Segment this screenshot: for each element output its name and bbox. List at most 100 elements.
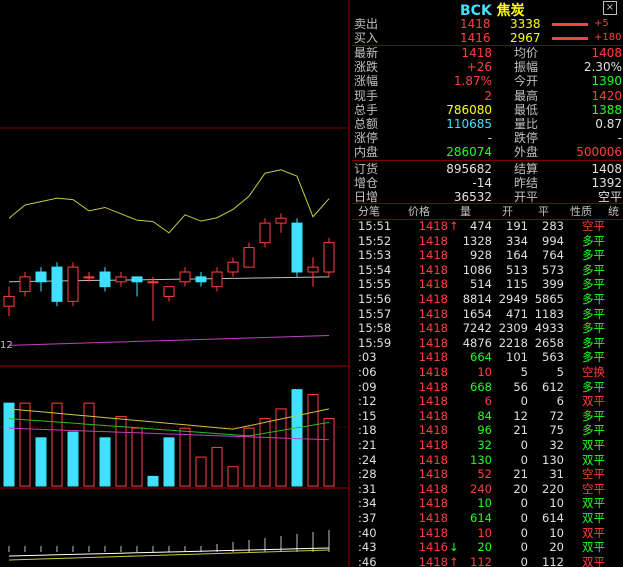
tick-volume: 20 [477,540,492,555]
tick-row[interactable]: 15:51 1418 ↑ 474 191 283 空平 [352,219,623,234]
tick-row[interactable]: 15:56 1418 8814 2949 5865 多平 [352,292,623,307]
tick-nature: 多平 [582,321,605,336]
tick-time: 15:54 [358,262,392,277]
tick-column-header[interactable]: 平 [538,205,549,219]
order-book-bar [552,37,588,40]
quote-value: +26 [466,60,492,75]
stats-label: 增仓 [354,176,379,190]
tick-open: 12 [513,408,528,423]
tick-close: 6 [556,394,564,409]
tick-column-header[interactable]: 性质 [570,205,592,219]
quote-value: 2.30% [583,60,622,75]
tick-row[interactable]: :06 1418 10 5 5 空换 [352,365,623,380]
candle-body [275,217,287,224]
tick-time: 15:58 [358,321,392,336]
quote-row: 总手 786080 最低 1388 [352,103,623,117]
order-book-row: 买入 1416 2967 +180 [352,31,623,45]
quote-label: 涨幅 [354,74,379,89]
price-chart[interactable] [0,0,350,567]
candle-body [307,266,319,273]
tick-row[interactable]: :31 1418 240 20 220 空平 [352,482,623,497]
tick-price: 1416 [418,540,448,555]
quote-label: 涨跌 [354,60,379,75]
quote-row: 总额 110685 量比 0.87 [352,117,623,131]
tick-nature: 多平 [582,423,605,438]
tick-volume: 96 [477,423,492,438]
tick-row[interactable]: 15:52 1418 1328 334 994 多平 [352,234,623,249]
tick-volume: 1654 [462,306,492,321]
candle-body [131,276,143,283]
tick-row[interactable]: :21 1418 32 0 32 双平 [352,438,623,453]
candle-body [195,276,207,283]
tick-price: 1418 [418,438,448,452]
tick-nature: 双平 [582,554,605,567]
tick-price: 1418 [418,423,448,438]
lower-band-line [8,335,330,346]
tick-row[interactable]: :03 1418 664 101 563 多平 [352,350,623,365]
tick-price: 1418 [418,219,448,233]
tick-row[interactable]: :28 1418 52 21 31 空平 [352,467,623,482]
volume-bar [131,427,143,487]
tick-column-header[interactable]: 开 [502,205,513,219]
tick-close: 612 [542,379,564,394]
tick-price: 1418 [418,365,448,379]
tick-row[interactable]: :37 1418 614 0 614 双平 [352,511,623,526]
volume-bar [163,437,175,487]
tick-open: 0 [520,438,528,452]
tick-close: 614 [542,511,564,525]
tick-volume: 1086 [462,262,492,277]
tick-time: 15:56 [358,292,392,306]
tick-row[interactable]: :40 1418 10 0 10 双平 [352,526,623,541]
tick-row[interactable]: 15:57 1418 1654 471 1183 多平 [352,307,623,322]
volume-bar [147,475,159,487]
tick-column-header[interactable]: 量 [460,205,471,219]
quote-label: 今开 [514,74,539,89]
quote-panel: BCK 焦炭 × 卖出 1418 3338 +5 买入 1416 2967 +180 最新 14… [352,0,623,567]
tick-volume: 7242 [462,321,492,336]
tick-price: 1418 [418,248,448,263]
tick-time: :21 [358,438,377,452]
close-icon[interactable]: × [603,1,617,15]
tick-column-header[interactable]: 分笔 [358,205,380,219]
tick-volume: 668 [470,379,492,394]
tick-time: 15:52 [358,233,392,248]
volume-bar [35,437,47,487]
tick-row[interactable]: :09 1418 668 56 612 多平 [352,380,623,395]
tick-row[interactable]: :18 1418 96 21 75 多平 [352,423,623,438]
tick-row[interactable]: :12 1418 6 0 6 双平 [352,394,623,409]
quote-label: 现手 [354,88,379,103]
tick-price: 1418 [418,321,448,336]
divider [352,203,623,204]
candle-body [227,261,239,273]
tick-volume: 240 [470,481,492,496]
tick-open: 2218 [498,335,528,350]
tick-column-header[interactable]: 统 [608,205,619,219]
stats-label: 订货 [354,162,379,176]
quote-row: 涨停 - 跌停 - [352,131,623,145]
tick-row[interactable]: :24 1418 130 0 130 双平 [352,453,623,468]
volume-bar [211,446,223,487]
tick-row[interactable]: 15:58 1418 7242 2309 4933 多平 [352,321,623,336]
tick-column-header[interactable]: 价格 [408,205,430,219]
tick-row[interactable]: :46 1418 ↑ 112 0 112 双平 [352,555,623,567]
tick-row[interactable]: :15 1418 84 12 72 多平 [352,409,623,424]
tick-close: 283 [542,219,564,233]
tick-row[interactable]: 15:55 1418 514 115 399 多平 [352,277,623,292]
tick-row[interactable]: 15:59 1418 4876 2218 2658 多平 [352,336,623,351]
tick-row[interactable]: 15:54 1418 1086 513 573 多平 [352,263,623,278]
tick-row[interactable]: 15:53 1418 928 164 764 多平 [352,248,623,263]
chart-area[interactable]: 12 [0,0,350,567]
tick-open: 2309 [498,321,528,336]
divider [352,160,623,161]
tick-row[interactable]: :34 1418 10 0 10 双平 [352,496,623,511]
tick-close: 10 [549,496,564,511]
tick-close: 573 [542,262,564,277]
tick-time: :18 [358,423,377,438]
tick-open: 0 [520,540,528,555]
order-book-volume: 3338 [510,17,541,31]
tick-price: 1418 [418,452,448,467]
quote-label: 最高 [514,88,539,103]
tick-row[interactable]: :43 1416 ↓ 20 0 20 双平 [352,540,623,555]
order-book-price: 1418 [460,17,491,31]
tick-open: 191 [506,219,528,233]
